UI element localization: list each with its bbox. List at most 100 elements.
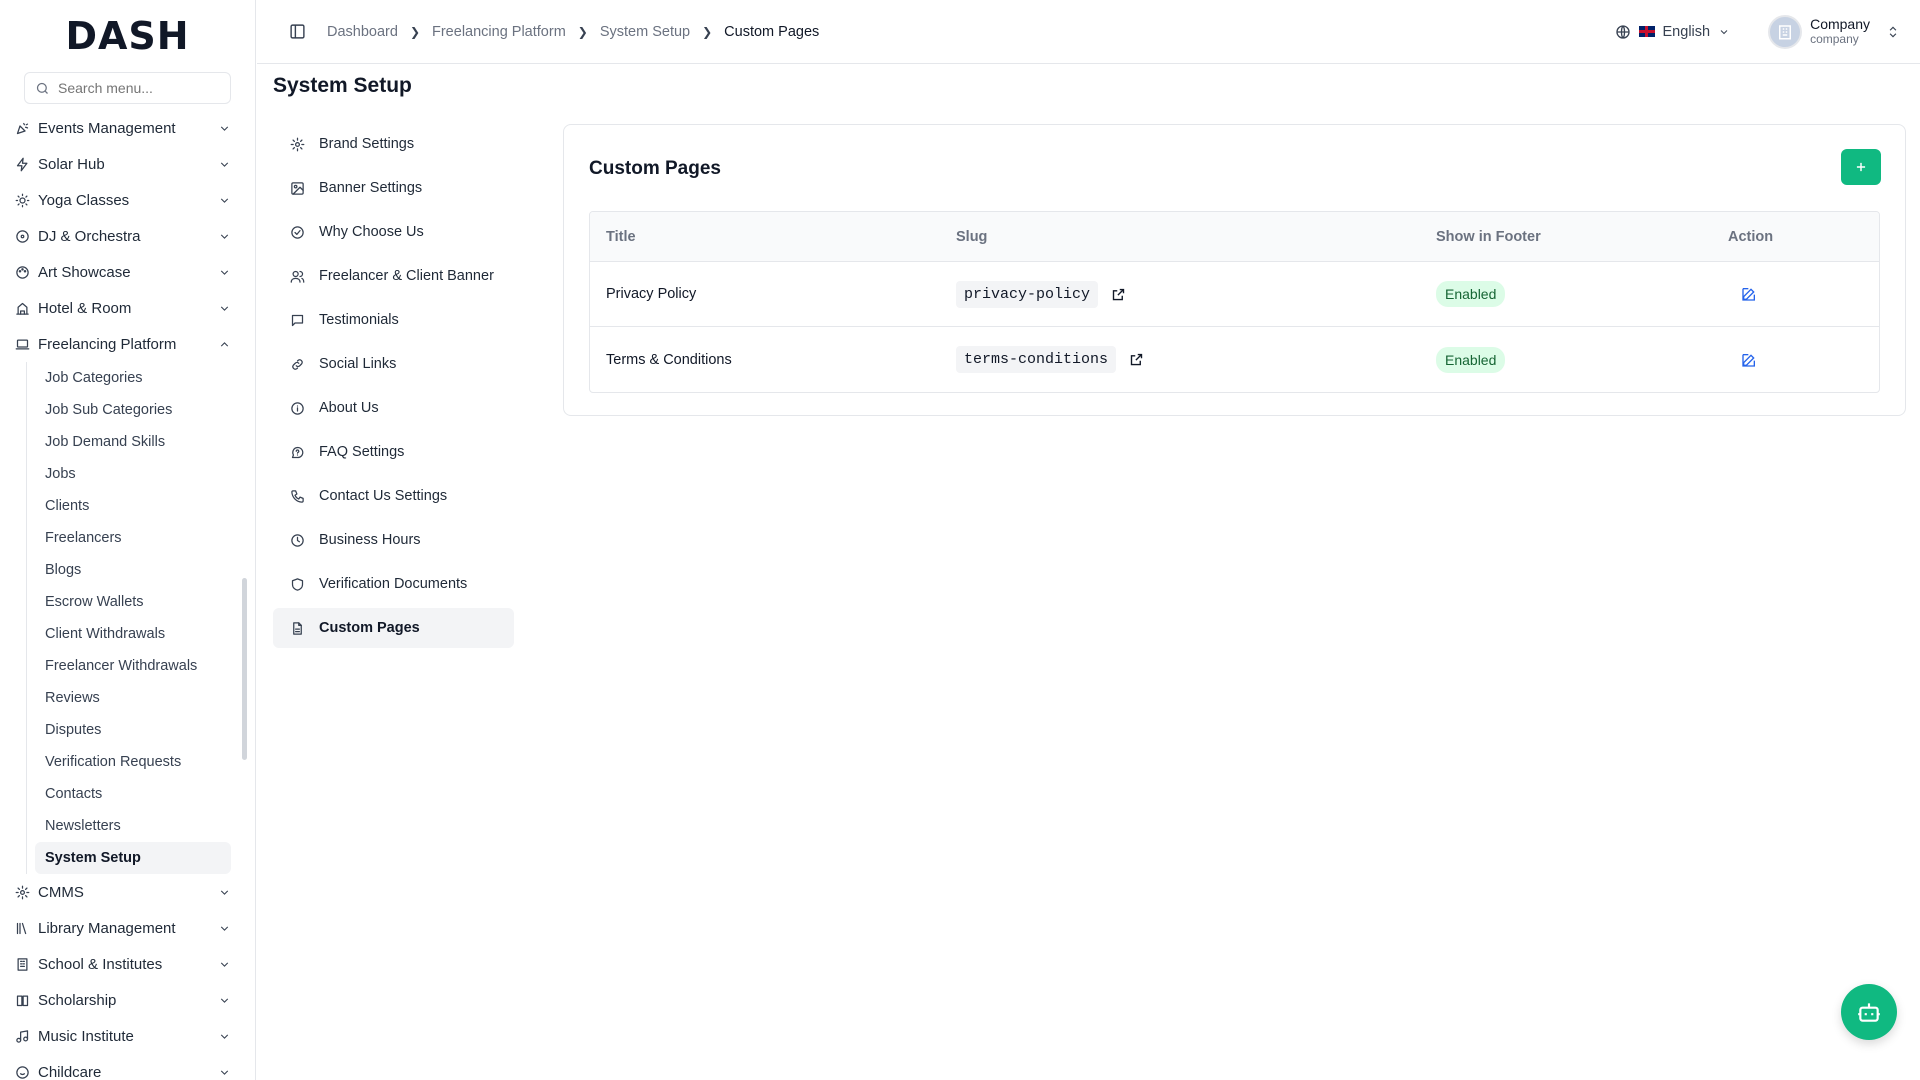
settings-item-freelancer-client-banner[interactable]: Freelancer & Client Banner bbox=[273, 256, 514, 296]
sidebar-item-library-management[interactable]: Library Management bbox=[14, 910, 255, 946]
music-icon bbox=[14, 1028, 30, 1044]
language-label: English bbox=[1662, 23, 1711, 40]
settings-item-label: Social Links bbox=[319, 356, 397, 372]
breadcrumb-current: Custom Pages bbox=[724, 23, 820, 40]
external-link-icon[interactable] bbox=[1110, 286, 1126, 302]
sidebar-subitem-contacts[interactable]: Contacts bbox=[35, 778, 231, 810]
column-action: Action bbox=[1728, 228, 1774, 245]
info-icon bbox=[289, 400, 305, 416]
custom-pages-table: Title Slug Show in Footer Action Privacy… bbox=[589, 211, 1880, 393]
user-role: company bbox=[1810, 31, 1859, 46]
bolt-icon bbox=[14, 156, 30, 172]
sidebar-subitem-freelancers[interactable]: Freelancers bbox=[35, 522, 231, 554]
settings-item-label: Banner Settings bbox=[319, 180, 423, 196]
sidebar-subitem-escrow-wallets[interactable]: Escrow Wallets bbox=[35, 586, 231, 618]
settings-item-why-choose-us[interactable]: Why Choose Us bbox=[273, 212, 514, 252]
sidebar-item-music-institute[interactable]: Music Institute bbox=[14, 1018, 255, 1054]
settings-item-contact-us-settings[interactable]: Contact Us Settings bbox=[273, 476, 514, 516]
sidebar-toggle-button[interactable] bbox=[281, 16, 313, 48]
chevron-down-icon bbox=[217, 157, 231, 171]
settings-item-faq-settings[interactable]: FAQ Settings bbox=[273, 432, 514, 472]
settings-item-banner-settings[interactable]: Banner Settings bbox=[273, 168, 514, 208]
breadcrumb-system-setup[interactable]: System Setup bbox=[600, 24, 690, 40]
sidebar-item-events-management[interactable]: Events Management bbox=[14, 110, 255, 146]
sidebar-item-label: DJ & Orchestra bbox=[38, 227, 141, 245]
chevron-down-icon bbox=[217, 1029, 231, 1043]
chevron-right-icon: ❯ bbox=[577, 24, 588, 39]
chevron-down-icon bbox=[217, 301, 231, 315]
shield-icon bbox=[289, 576, 305, 592]
settings-item-label: Brand Settings bbox=[319, 136, 415, 152]
sidebar-subitem-client-withdrawals[interactable]: Client Withdrawals bbox=[35, 618, 231, 650]
disc-icon bbox=[14, 228, 30, 244]
table-header: Title Slug Show in Footer Action bbox=[590, 212, 1879, 262]
sidebar-subitem-system-setup[interactable]: System Setup bbox=[35, 842, 231, 874]
chevron-down-icon bbox=[217, 121, 231, 135]
external-link-icon[interactable] bbox=[1128, 352, 1144, 368]
sidebar-subitem-freelancer-withdrawals[interactable]: Freelancer Withdrawals bbox=[35, 650, 231, 682]
sidebar: DASH Events Management Solar Hub Yoga Cl… bbox=[0, 0, 256, 1080]
chatbot-button[interactable] bbox=[1841, 984, 1897, 1040]
logo[interactable]: DASH bbox=[0, 0, 255, 72]
bot-icon bbox=[1858, 1003, 1880, 1022]
chevron-down-icon bbox=[217, 1065, 231, 1079]
sidebar-item-yoga-classes[interactable]: Yoga Classes bbox=[14, 182, 255, 218]
sidebar-subitem-jobs[interactable]: Jobs bbox=[35, 458, 231, 490]
settings-item-about-us[interactable]: About Us bbox=[273, 388, 514, 428]
settings-item-label: Business Hours bbox=[319, 532, 421, 548]
sidebar-item-scholarship[interactable]: Scholarship bbox=[14, 982, 255, 1018]
breadcrumb-freelancing-platform[interactable]: Freelancing Platform bbox=[432, 24, 566, 40]
sidebar-subitem-reviews[interactable]: Reviews bbox=[35, 682, 231, 714]
language-selector[interactable]: English bbox=[1615, 24, 1731, 40]
search-box[interactable] bbox=[24, 72, 231, 104]
edit-icon[interactable] bbox=[1740, 285, 1758, 303]
status-badge: Enabled bbox=[1436, 281, 1506, 307]
sidebar-item-school-institutes[interactable]: School & Institutes bbox=[14, 946, 255, 982]
settings-item-brand-settings[interactable]: Brand Settings bbox=[273, 124, 514, 164]
settings-item-verification-documents[interactable]: Verification Documents bbox=[273, 564, 514, 604]
chevron-right-icon: ❯ bbox=[409, 24, 420, 39]
sidebar-item-art-showcase[interactable]: Art Showcase bbox=[14, 254, 255, 290]
sidebar-item-hotel-room[interactable]: Hotel & Room bbox=[14, 290, 255, 326]
panel-left-icon bbox=[289, 24, 305, 39]
sidebar-scrollbar[interactable] bbox=[242, 578, 247, 760]
users-icon bbox=[289, 268, 305, 284]
settings-item-business-hours[interactable]: Business Hours bbox=[273, 520, 514, 560]
add-page-button[interactable] bbox=[1841, 149, 1881, 185]
breadcrumb: Dashboard ❯ Freelancing Platform ❯ Syste… bbox=[327, 24, 819, 40]
settings-item-testimonials[interactable]: Testimonials bbox=[273, 300, 514, 340]
library-icon bbox=[14, 920, 30, 936]
palette-icon bbox=[14, 264, 30, 280]
chevron-up-icon bbox=[217, 337, 231, 351]
sidebar-item-cmms[interactable]: CMMS bbox=[14, 874, 255, 910]
sidebar-item-label: CMMS bbox=[38, 883, 84, 901]
settings-item-social-links[interactable]: Social Links bbox=[273, 344, 514, 384]
sidebar-item-label: Art Showcase bbox=[38, 263, 131, 281]
sidebar-item-freelancing-platform[interactable]: Freelancing Platform bbox=[14, 326, 255, 362]
settings-item-label: FAQ Settings bbox=[319, 444, 405, 460]
edit-icon[interactable] bbox=[1740, 351, 1758, 369]
sidebar-subitem-job-sub-categories[interactable]: Job Sub Categories bbox=[35, 394, 231, 426]
sun-icon bbox=[14, 192, 30, 208]
sidebar-subitem-blogs[interactable]: Blogs bbox=[35, 554, 231, 586]
globe-icon bbox=[1615, 24, 1630, 39]
chevron-down-icon bbox=[217, 265, 231, 279]
breadcrumb-dashboard[interactable]: Dashboard bbox=[327, 24, 398, 40]
sidebar-item-dj-orchestra[interactable]: DJ & Orchestra bbox=[14, 218, 255, 254]
user-menu[interactable]: Company company bbox=[1768, 14, 1900, 49]
sidebar-subitem-disputes[interactable]: Disputes bbox=[35, 714, 231, 746]
sidebar-item-childcare[interactable]: Childcare bbox=[14, 1054, 255, 1080]
laptop-icon bbox=[14, 336, 30, 352]
sidebar-subitem-clients[interactable]: Clients bbox=[35, 490, 231, 522]
sidebar-subitem-verification-requests[interactable]: Verification Requests bbox=[35, 746, 231, 778]
sidebar-subitem-job-categories[interactable]: Job Categories bbox=[35, 362, 231, 394]
party-icon bbox=[14, 120, 30, 136]
sidebar-item-solar-hub[interactable]: Solar Hub bbox=[14, 146, 255, 182]
sidebar-subitem-job-demand-skills[interactable]: Job Demand Skills bbox=[35, 426, 231, 458]
search-input[interactable] bbox=[58, 80, 220, 96]
settings-item-custom-pages[interactable]: Custom Pages bbox=[273, 608, 514, 648]
cog-icon bbox=[14, 884, 30, 900]
avatar bbox=[1768, 14, 1803, 49]
chevron-down-icon bbox=[217, 229, 231, 243]
sidebar-subitem-newsletters[interactable]: Newsletters bbox=[35, 810, 231, 842]
